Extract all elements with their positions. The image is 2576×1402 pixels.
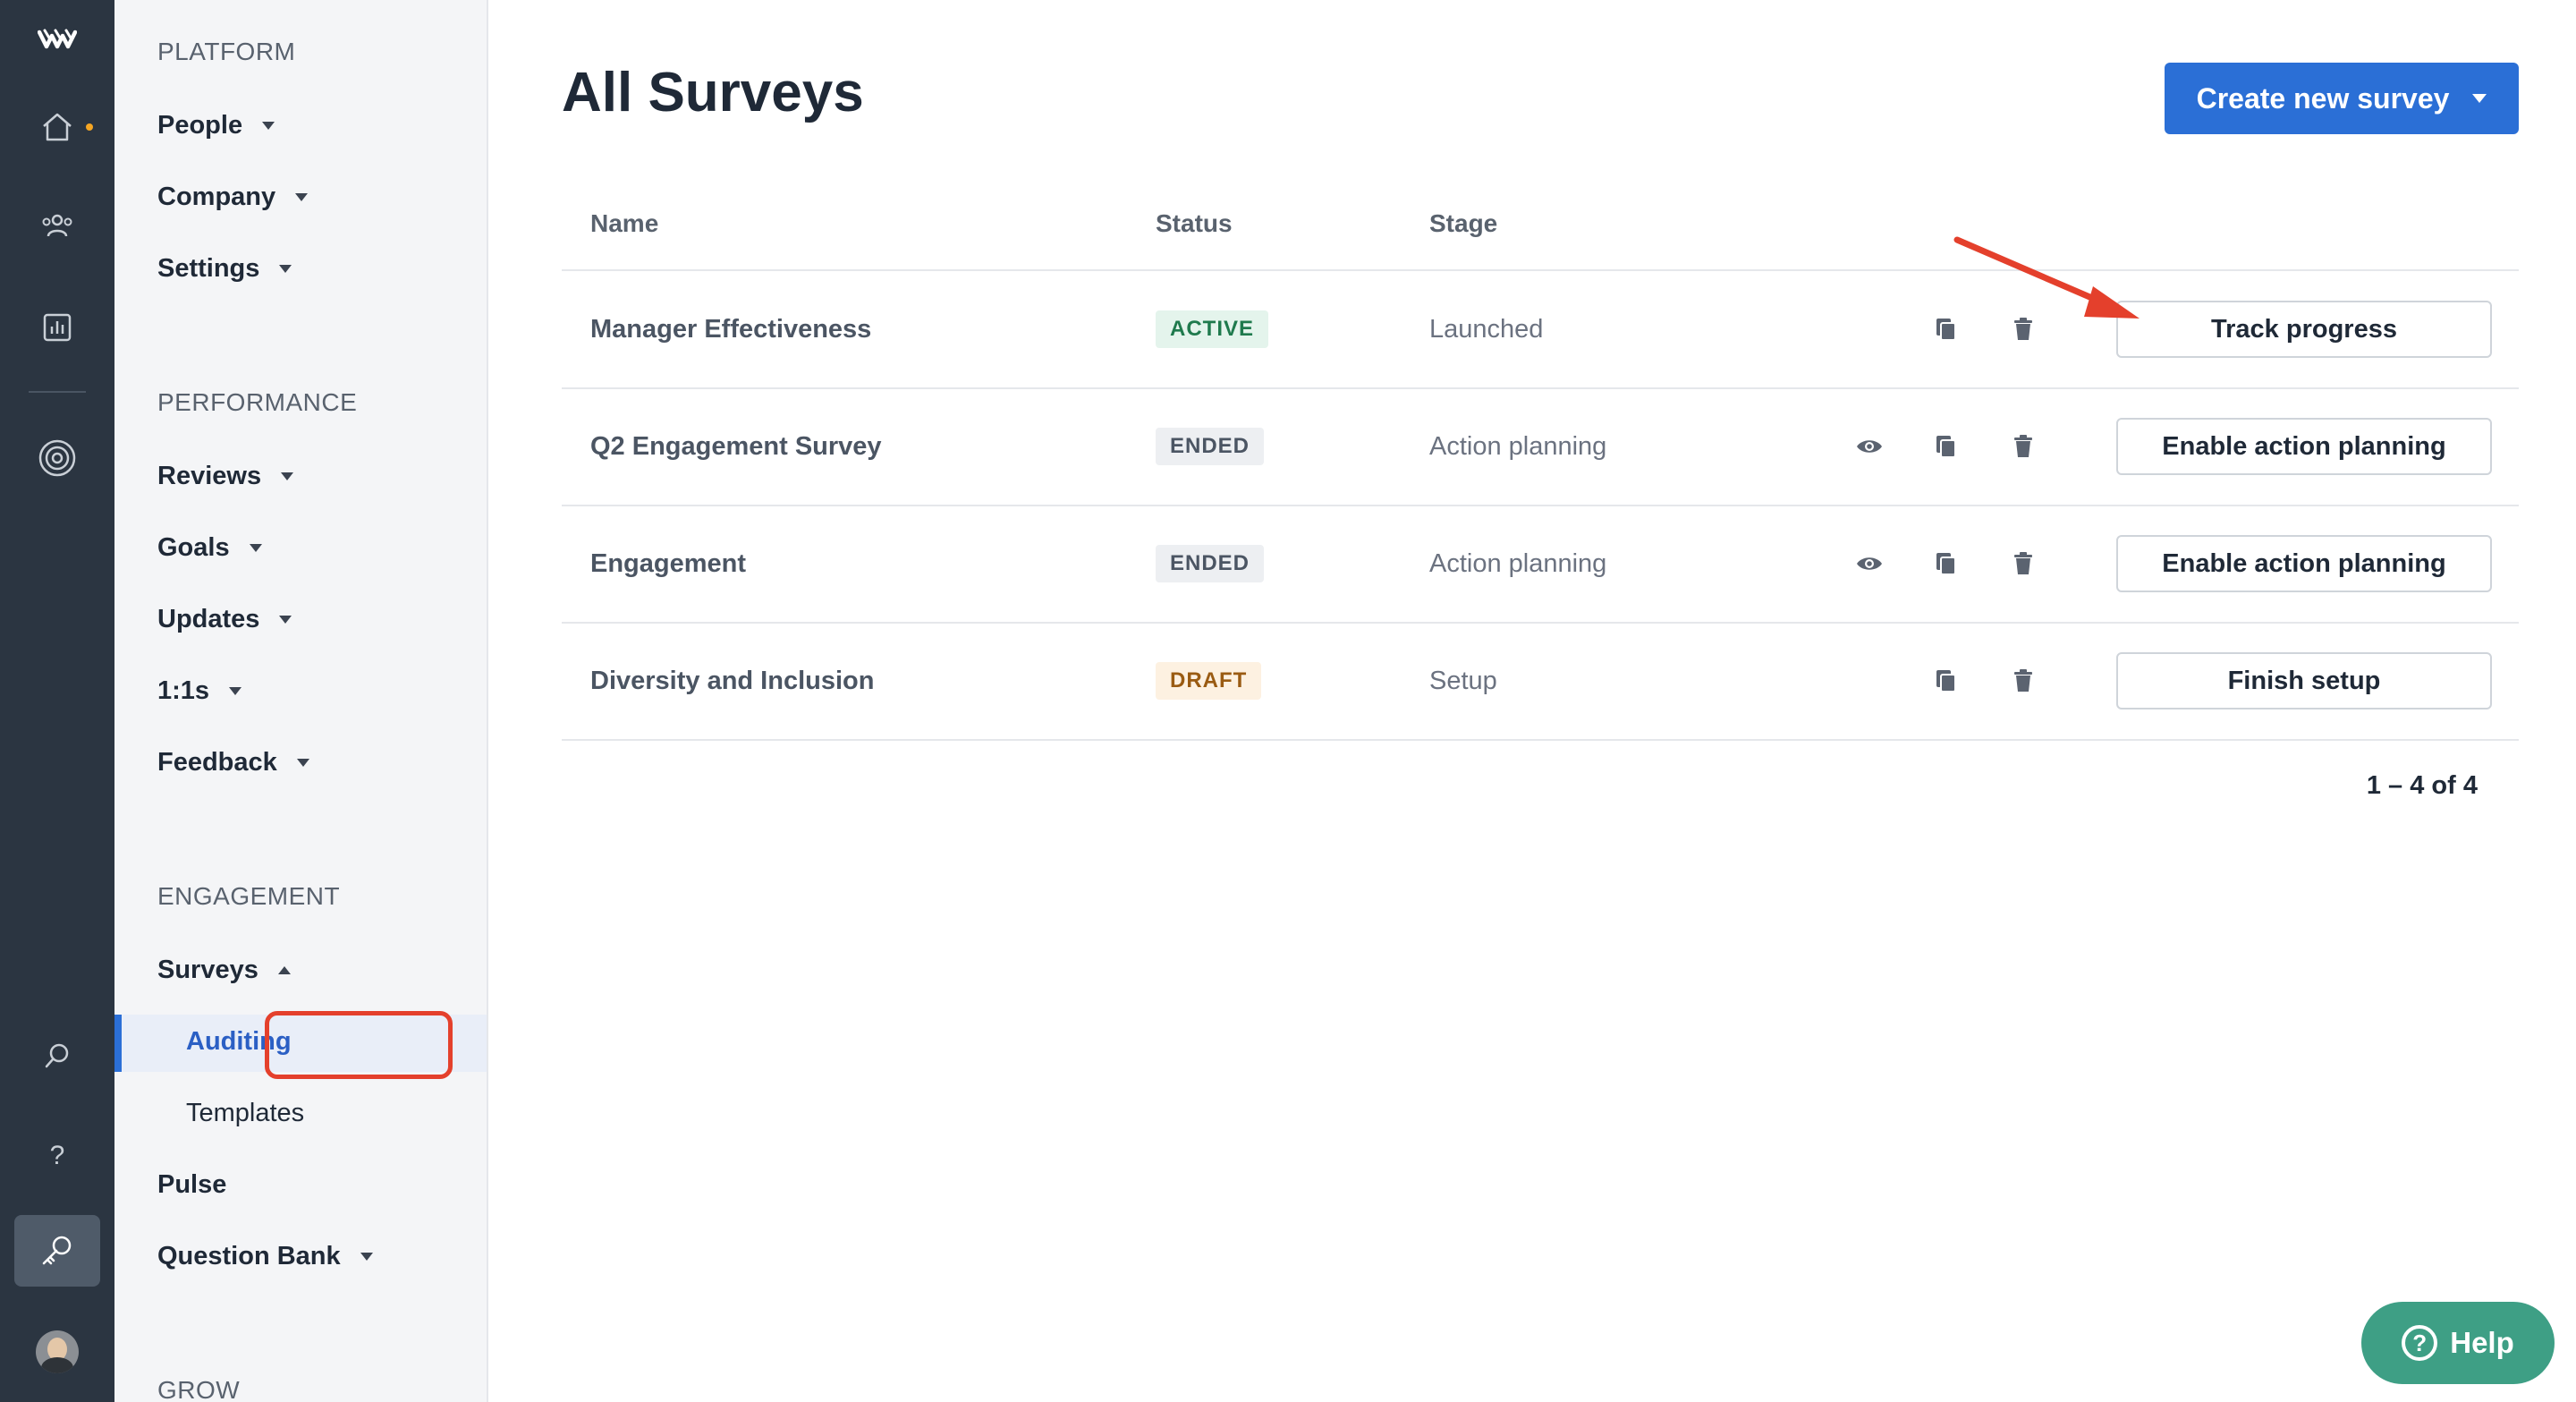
- sidebar-item-question-bank[interactable]: Question Bank: [157, 1242, 373, 1271]
- sidebar-item-templates[interactable]: Templates: [186, 1099, 304, 1128]
- chevron-down-icon: [279, 265, 292, 273]
- sidebar-item-label: Surveys: [157, 956, 258, 984]
- survey-action-button[interactable]: Enable action planning: [2116, 418, 2492, 475]
- survey-stage: Action planning: [1429, 548, 1607, 578]
- sidebar-section-performance: PERFORMANCE: [157, 388, 358, 416]
- annotation-arrow: [1953, 236, 2140, 319]
- sidebar-item-label: 1:1s: [157, 676, 210, 705]
- survey-stage: Launched: [1429, 314, 1544, 344]
- chevron-down-icon: [262, 122, 275, 130]
- sidebar-item-label: Feedback: [157, 748, 277, 777]
- survey-name[interactable]: Manager Effectiveness: [590, 271, 871, 387]
- table-row: Diversity and Inclusion DRAFT Setup Finish …: [562, 623, 2519, 739]
- sidebar-item-company[interactable]: Company: [157, 183, 309, 212]
- sidebar-section-engagement: ENGAGEMENT: [157, 882, 341, 910]
- sidebar-item-label: Reviews: [157, 462, 262, 490]
- eye-icon[interactable]: [1852, 546, 1887, 582]
- copy-icon[interactable]: [1928, 663, 1964, 699]
- status-badge: ACTIVE: [1156, 310, 1269, 348]
- logo-icon[interactable]: [0, 21, 114, 57]
- survey-stage: Setup: [1429, 666, 1497, 695]
- chevron-down-icon: [279, 616, 292, 624]
- survey-action-button[interactable]: Finish setup: [2116, 652, 2492, 709]
- survey-stage: Action planning: [1429, 431, 1607, 461]
- survey-action-button[interactable]: Enable action planning: [2116, 535, 2492, 592]
- sidebar-item-pulse[interactable]: Pulse: [157, 1170, 226, 1200]
- sidebar-section-platform: PLATFORM: [157, 38, 296, 65]
- people-icon[interactable]: [0, 206, 114, 245]
- sidebar-item-label: Company: [157, 183, 276, 211]
- sidebar-active-indicator: [114, 1015, 122, 1072]
- sidebar-item-reviews[interactable]: Reviews: [157, 462, 294, 491]
- chevron-up-icon: [277, 966, 291, 974]
- sidebar-item-goals[interactable]: Goals: [157, 533, 262, 563]
- sidebar: PLATFORM People Company Settings PERFORM…: [114, 0, 488, 1402]
- survey-action-button[interactable]: Track progress: [2116, 301, 2492, 358]
- home-icon[interactable]: [0, 107, 114, 147]
- table-row: Engagement ENDED Action planning Enable act…: [562, 506, 2519, 622]
- chevron-down-icon: [2472, 94, 2487, 103]
- create-survey-label: Create new survey: [2196, 81, 2450, 115]
- status-badge: ENDED: [1156, 428, 1265, 465]
- chart-icon[interactable]: [0, 308, 114, 347]
- copy-icon[interactable]: [1928, 429, 1964, 464]
- survey-name[interactable]: Diversity and Inclusion: [590, 623, 874, 739]
- survey-name[interactable]: Q2 Engagement Survey: [590, 388, 882, 505]
- sidebar-item-people[interactable]: People: [157, 111, 275, 140]
- sidebar-item-one-on-ones[interactable]: 1:1s: [157, 676, 242, 706]
- notification-dot: [86, 123, 93, 131]
- sidebar-item-settings[interactable]: Settings: [157, 254, 292, 284]
- search-icon[interactable]: [0, 1036, 114, 1075]
- sidebar-item-label: Updates: [157, 605, 260, 633]
- trash-icon[interactable]: [2005, 546, 2041, 582]
- survey-name[interactable]: Engagement: [590, 506, 746, 622]
- status-badge: DRAFT: [1156, 662, 1262, 700]
- sidebar-section-grow: GROW: [157, 1376, 241, 1402]
- sidebar-item-surveys[interactable]: Surveys: [157, 956, 291, 985]
- chevron-down-icon: [296, 759, 309, 767]
- sidebar-item-label: People: [157, 111, 243, 140]
- help-button-label: Help: [2450, 1326, 2514, 1359]
- chevron-down-icon: [281, 472, 294, 480]
- rail-divider: [29, 391, 86, 393]
- sidebar-item-label: Settings: [157, 254, 260, 283]
- chevron-down-icon: [229, 687, 242, 695]
- table-row: Q2 Engagement Survey ENDED Action planning…: [562, 388, 2519, 505]
- help-icon[interactable]: ?: [0, 1136, 114, 1176]
- icon-rail: ?: [0, 0, 114, 1402]
- sidebar-item-label: Question Bank: [157, 1242, 341, 1270]
- chevron-down-icon: [360, 1253, 373, 1261]
- column-header-name[interactable]: Name: [590, 209, 658, 238]
- avatar[interactable]: [36, 1330, 79, 1373]
- create-survey-button[interactable]: Create new survey: [2165, 63, 2519, 134]
- sidebar-item-label: Goals: [157, 533, 230, 562]
- avatar-shirt: [41, 1357, 73, 1373]
- trash-icon[interactable]: [2005, 663, 2041, 699]
- sidebar-item-updates[interactable]: Updates: [157, 605, 292, 634]
- table-row: Manager Effectiveness ACTIVE Launched Track…: [562, 271, 2519, 387]
- sidebar-item-feedback[interactable]: Feedback: [157, 748, 309, 777]
- help-button[interactable]: ? Help: [2361, 1302, 2555, 1384]
- chevron-down-icon: [295, 193, 309, 201]
- key-icon[interactable]: [0, 1231, 114, 1270]
- page-title: All Surveys: [562, 62, 864, 123]
- pagination-info: 1 – 4 of 4: [2366, 771, 2478, 800]
- status-badge: ENDED: [1156, 545, 1265, 582]
- eye-icon[interactable]: [1852, 429, 1887, 464]
- copy-icon[interactable]: [1928, 546, 1964, 582]
- trash-icon[interactable]: [2005, 429, 2041, 464]
- sidebar-item-label: Pulse: [157, 1170, 227, 1199]
- table-divider: [562, 739, 2519, 741]
- column-header-stage[interactable]: Stage: [1429, 209, 1497, 238]
- annotation-highlight-box: [265, 1011, 453, 1079]
- help-question-icon: ?: [2402, 1325, 2438, 1361]
- target-icon[interactable]: [0, 437, 114, 480]
- column-header-status[interactable]: Status: [1156, 209, 1233, 238]
- chevron-down-icon: [249, 544, 262, 552]
